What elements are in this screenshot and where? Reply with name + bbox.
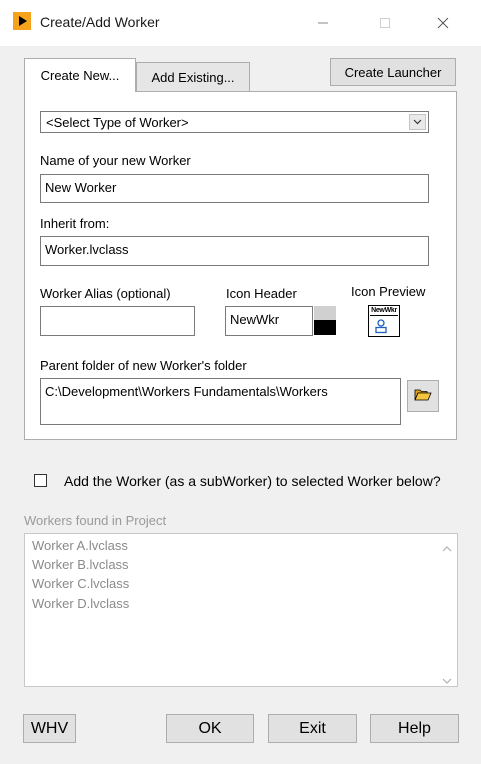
tab-add-existing[interactable]: Add Existing...	[136, 62, 250, 92]
ok-button[interactable]: OK	[166, 714, 254, 743]
icon-header-color-light[interactable]	[314, 306, 336, 320]
alias-input[interactable]	[40, 306, 195, 336]
scroll-down-icon[interactable]	[442, 673, 452, 684]
worker-glyph-icon	[374, 319, 388, 337]
help-button[interactable]: Help	[370, 714, 459, 743]
folder-open-icon	[414, 388, 432, 405]
parent-folder-label: Parent folder of new Worker's folder	[40, 358, 247, 373]
icon-header-input[interactable]: NewWkr	[225, 306, 313, 336]
alias-label: Worker Alias (optional)	[40, 286, 171, 301]
icon-preview: NewWkr	[368, 305, 400, 337]
list-item[interactable]: Worker C.lvclass	[32, 576, 129, 591]
subworker-checkbox[interactable]	[34, 474, 47, 487]
name-label: Name of your new Worker	[40, 153, 191, 168]
inherit-input[interactable]: Worker.lvclass	[40, 236, 429, 266]
whv-button[interactable]: WHV	[23, 714, 76, 743]
chevron-down-icon[interactable]	[409, 114, 426, 130]
icon-preview-header-text: NewWkr	[370, 307, 398, 316]
window-title: Create/Add Worker	[40, 14, 160, 30]
maximize-button[interactable]	[362, 8, 408, 38]
project-workers-label: Workers found in Project	[24, 513, 167, 528]
project-workers-list[interactable]: Worker A.lvclass Worker B.lvclass Worker…	[24, 533, 458, 687]
exit-button[interactable]: Exit	[268, 714, 357, 743]
minimize-button[interactable]	[300, 8, 346, 38]
parent-folder-input[interactable]: C:\Development\Workers Fundamentals\Work…	[40, 378, 401, 425]
list-item[interactable]: Worker B.lvclass	[32, 557, 129, 572]
create-launcher-button[interactable]: Create Launcher	[330, 58, 456, 86]
name-input[interactable]: New Worker	[40, 174, 429, 203]
worker-type-value: <Select Type of Worker>	[46, 115, 189, 130]
close-button[interactable]	[420, 8, 466, 38]
list-item[interactable]: Worker D.lvclass	[32, 596, 129, 611]
list-item[interactable]: Worker A.lvclass	[32, 538, 128, 553]
icon-header-label: Icon Header	[226, 286, 297, 301]
browse-folder-button[interactable]	[407, 380, 439, 412]
scroll-up-icon[interactable]	[442, 541, 452, 552]
title-bar: Create/Add Worker	[0, 0, 481, 46]
icon-preview-label: Icon Preview	[351, 284, 426, 299]
icon-header-color-dark[interactable]	[314, 320, 336, 335]
tab-create-new[interactable]: Create New...	[24, 58, 136, 92]
inherit-label: Inherit from:	[40, 216, 110, 231]
labview-app-icon	[13, 12, 31, 30]
worker-type-select[interactable]: <Select Type of Worker>	[40, 111, 429, 133]
subworker-label: Add the Worker (as a subWorker) to selec…	[64, 473, 441, 489]
